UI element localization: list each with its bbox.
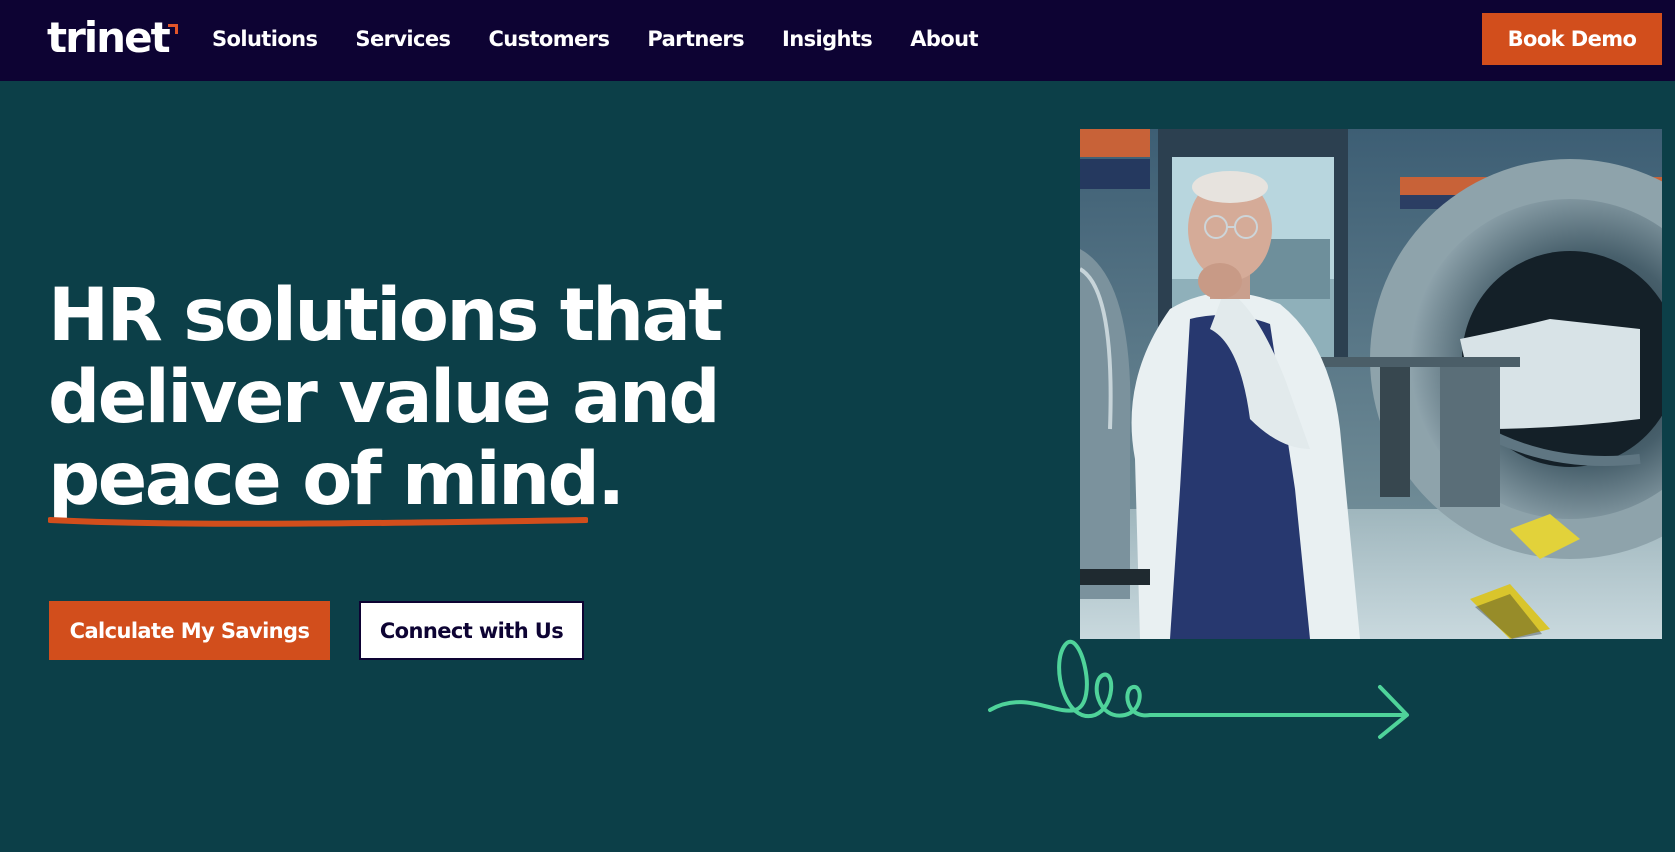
main-nav: Solutions Services Customers Partners In… [212, 0, 1016, 77]
logo-text: trinet [47, 13, 171, 62]
nav-link-insights[interactable]: Insights [782, 27, 873, 51]
hero-photo-doctor-lab [1080, 129, 1662, 639]
connect-with-us-button[interactable]: Connect with Us [359, 601, 584, 660]
logo-corner-mark-icon [167, 24, 178, 34]
top-navigation: trinet Solutions Services Customers Part… [0, 0, 1675, 81]
nav-link-solutions[interactable]: Solutions [212, 27, 318, 51]
hero-photo-illustration [1080, 129, 1662, 639]
hero-title: HR solutions that deliver value and peac… [48, 275, 808, 521]
calculate-savings-button[interactable]: Calculate My Savings [49, 601, 330, 660]
nav-link-customers[interactable]: Customers [488, 27, 610, 51]
book-demo-button[interactable]: Book Demo [1482, 13, 1662, 65]
squiggle-arrow-icon [988, 639, 1409, 739]
title-underline-stroke [48, 517, 588, 527]
nav-link-services[interactable]: Services [355, 27, 451, 51]
trinet-logo[interactable]: trinet [47, 13, 178, 62]
hero-title-line-1: HR solutions that [48, 273, 723, 358]
nav-link-partners[interactable]: Partners [647, 27, 744, 51]
hero-title-line-2: deliver value and [48, 355, 721, 440]
nav-link-about[interactable]: About [910, 27, 978, 51]
